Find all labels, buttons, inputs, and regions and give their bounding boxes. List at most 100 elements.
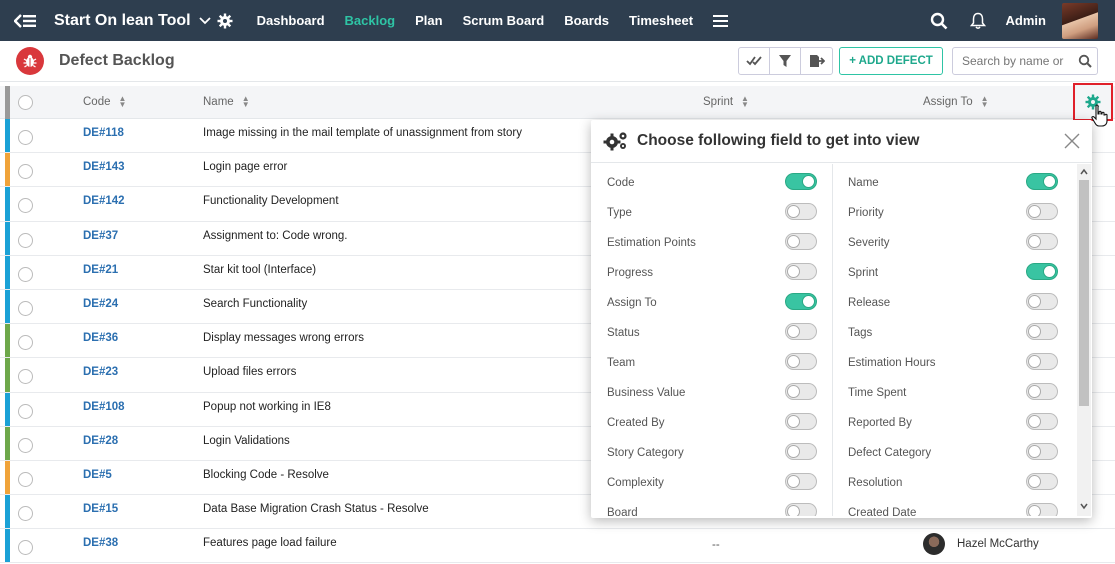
hamburger-menu-icon[interactable]	[713, 14, 729, 27]
defect-code-link[interactable]: DE#28	[83, 435, 118, 447]
nav-plan[interactable]: Plan	[415, 0, 442, 41]
defect-name[interactable]: Search Functionality	[203, 298, 307, 310]
field-toggle[interactable]	[785, 413, 817, 430]
defect-code-link[interactable]: DE#37	[83, 230, 118, 242]
nav-boards[interactable]: Boards	[564, 0, 609, 41]
table-row[interactable]: DE#38 Features page load failure -- Hazel M…	[0, 529, 1115, 564]
field-toggle[interactable]	[1026, 473, 1058, 490]
field-toggle[interactable]	[785, 473, 817, 490]
column-sprint[interactable]: Sprint ▲ ▼	[703, 95, 749, 109]
sort-icon[interactable]: ▲ ▼	[242, 95, 250, 109]
menu-back-button[interactable]	[0, 0, 50, 41]
field-toggle[interactable]	[1026, 203, 1058, 220]
field-toggle[interactable]	[785, 233, 817, 250]
add-defect-button[interactable]: + ADD DEFECT	[839, 47, 943, 75]
field-toggle[interactable]	[785, 503, 817, 516]
row-select-radio[interactable]	[18, 198, 33, 214]
scroll-down-icon[interactable]	[1080, 502, 1088, 510]
nav-scrum-board[interactable]: Scrum Board	[463, 0, 545, 41]
defect-code-link[interactable]: DE#5	[83, 469, 112, 481]
nav-dashboard[interactable]: Dashboard	[257, 0, 325, 41]
field-toggle[interactable]	[1026, 263, 1058, 280]
close-icon[interactable]	[1064, 133, 1080, 149]
defect-code-link[interactable]: DE#38	[83, 537, 118, 549]
defect-code-link[interactable]: DE#108	[83, 401, 125, 413]
defect-name[interactable]: Popup not working in IE8	[203, 401, 331, 413]
nav-timesheet[interactable]: Timesheet	[629, 0, 693, 41]
nav-backlog[interactable]: Backlog	[345, 0, 396, 41]
field-toggle[interactable]	[1026, 503, 1058, 516]
search-icon[interactable]	[1078, 54, 1092, 68]
popup-scrollbar[interactable]	[1077, 164, 1091, 516]
chevron-down-icon[interactable]	[198, 15, 211, 27]
defect-code-link[interactable]: DE#142	[83, 195, 125, 207]
assignee[interactable]: Hazel McCarthy	[923, 533, 1039, 556]
column-assign-to[interactable]: Assign To ▲ ▼	[923, 95, 989, 109]
defect-code-link[interactable]: DE#24	[83, 298, 118, 310]
field-toggle[interactable]	[785, 263, 817, 280]
row-select-radio[interactable]	[18, 471, 33, 487]
row-select-radio[interactable]	[18, 506, 33, 522]
sort-icon[interactable]: ▲ ▼	[981, 95, 989, 109]
field-toggle[interactable]	[785, 323, 817, 340]
row-select-radio[interactable]	[18, 369, 33, 385]
field-toggle[interactable]	[785, 353, 817, 370]
field-toggle[interactable]	[1026, 173, 1058, 190]
row-select-radio[interactable]	[18, 403, 33, 419]
defect-name[interactable]: Login page error	[203, 161, 287, 173]
defect-name[interactable]: Functionality Development	[203, 195, 339, 207]
search-icon[interactable]	[930, 12, 948, 30]
row-select-radio[interactable]	[18, 335, 33, 351]
field-toggle[interactable]	[785, 173, 817, 190]
defect-code-link[interactable]: DE#118	[83, 127, 124, 139]
field-toggle[interactable]	[785, 293, 817, 310]
row-select-radio[interactable]	[18, 232, 33, 248]
user-name[interactable]: Admin	[1006, 13, 1046, 28]
field-toggle[interactable]	[785, 443, 817, 460]
defect-code-link[interactable]: DE#15	[83, 503, 118, 515]
filter-button[interactable]	[770, 48, 801, 74]
defect-name[interactable]: Data Base Migration Crash Status - Resol…	[203, 503, 429, 515]
gear-icon[interactable]	[217, 13, 233, 29]
row-select-radio[interactable]	[18, 300, 33, 316]
export-button[interactable]	[801, 48, 832, 74]
column-name[interactable]: Name ▲ ▼	[203, 95, 250, 109]
field-toggle[interactable]	[1026, 413, 1058, 430]
field-toggle[interactable]	[1026, 233, 1058, 250]
field-toggle[interactable]	[1026, 293, 1058, 310]
row-select-radio[interactable]	[18, 266, 33, 282]
avatar[interactable]	[1062, 2, 1098, 39]
field-toggle[interactable]	[1026, 443, 1058, 460]
row-select-radio[interactable]	[18, 164, 33, 180]
defect-name[interactable]: Blocking Code - Resolve	[203, 469, 329, 481]
row-select-radio[interactable]	[18, 437, 33, 453]
defect-name[interactable]: Upload files errors	[203, 366, 296, 378]
column-code[interactable]: Code ▲ ▼	[83, 95, 127, 109]
defect-name[interactable]: Image missing in the mail template of un…	[203, 127, 522, 139]
defect-name[interactable]: Login Validations	[203, 435, 290, 447]
defect-name[interactable]: Star kit tool (Interface)	[203, 264, 316, 276]
defect-code-link[interactable]: DE#36	[83, 332, 118, 344]
sort-icon[interactable]: ▲ ▼	[119, 95, 127, 109]
search-input[interactable]	[962, 54, 1074, 68]
field-toggle[interactable]	[785, 203, 817, 220]
field-toggle[interactable]	[1026, 323, 1058, 340]
scroll-thumb[interactable]	[1079, 180, 1089, 406]
row-select-radio[interactable]	[18, 130, 33, 145]
sort-icon[interactable]: ▲ ▼	[741, 95, 749, 109]
field-toggle[interactable]	[1026, 383, 1058, 400]
row-select-radio[interactable]	[18, 540, 33, 556]
defect-name[interactable]: Display messages wrong errors	[203, 332, 364, 344]
select-all-radio[interactable]	[18, 95, 33, 110]
check-all-button[interactable]	[739, 48, 770, 74]
field-toggle[interactable]	[1026, 353, 1058, 370]
search-field[interactable]	[952, 47, 1098, 75]
defect-code-link[interactable]: DE#143	[83, 161, 125, 173]
defect-code-link[interactable]: DE#23	[83, 366, 118, 378]
defect-code-link[interactable]: DE#21	[83, 264, 118, 276]
bell-icon[interactable]	[969, 12, 986, 30]
defect-name[interactable]: Assignment to: Code wrong.	[203, 230, 347, 242]
defect-name[interactable]: Features page load failure	[203, 537, 337, 549]
field-toggle[interactable]	[785, 383, 817, 400]
app-title[interactable]: Start On lean Tool	[54, 12, 191, 30]
